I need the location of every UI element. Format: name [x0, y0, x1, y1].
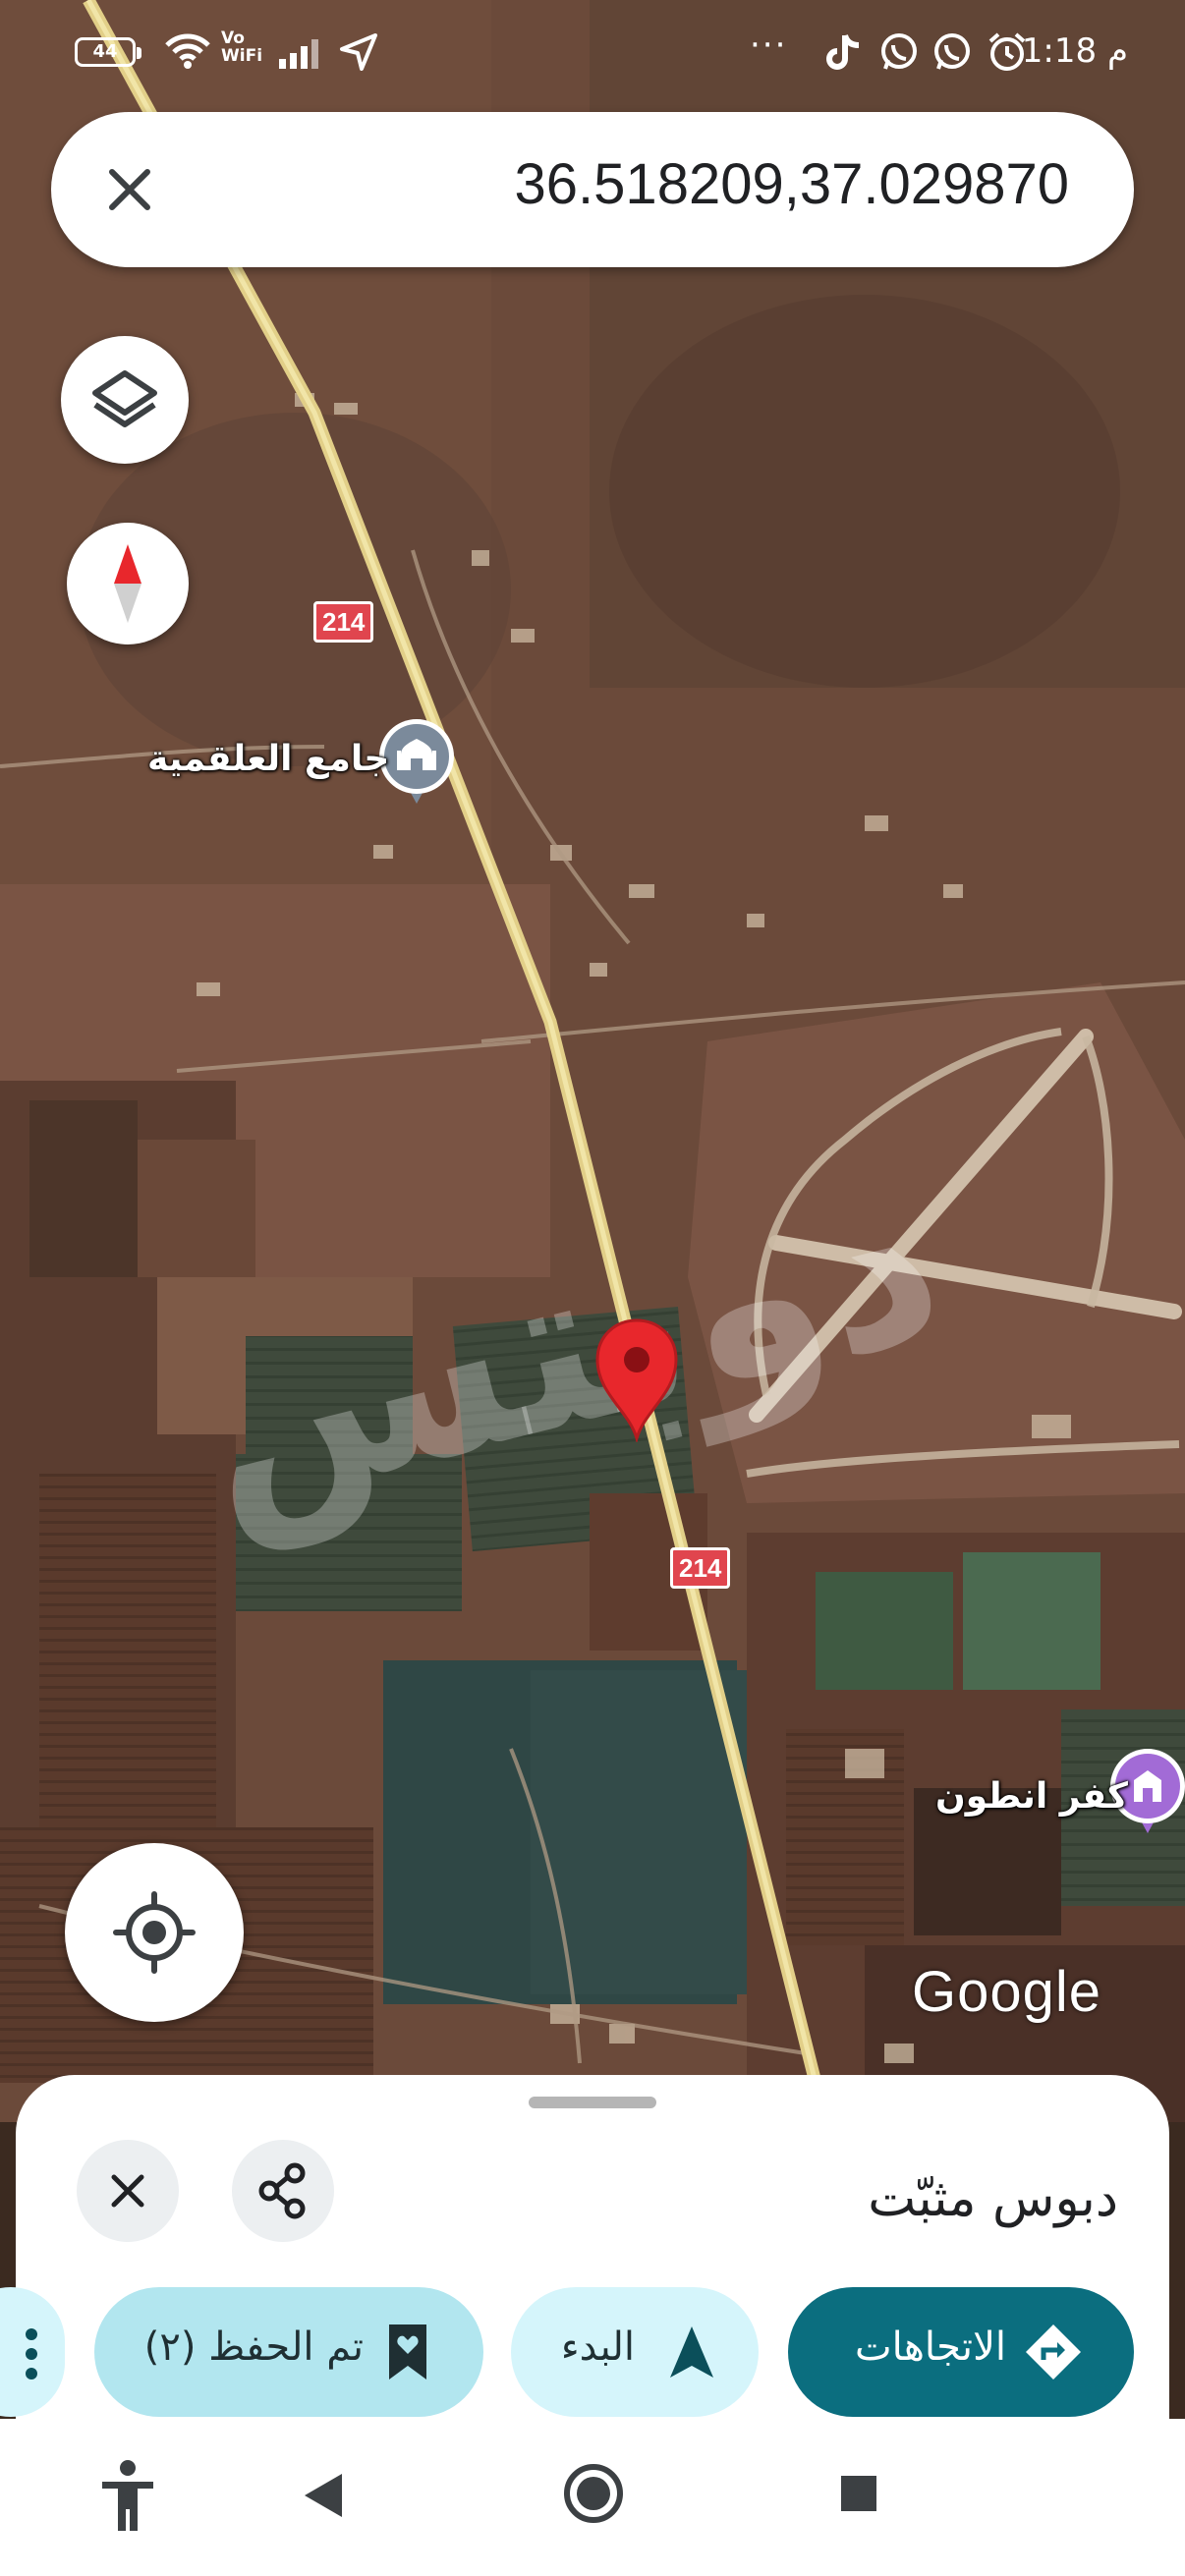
place-title: دبوس مثبّت	[868, 2169, 1118, 2228]
wifi-icon	[165, 33, 210, 69]
home-icon[interactable]	[562, 2462, 625, 2525]
recents-icon[interactable]	[837, 2472, 880, 2515]
back-icon[interactable]	[301, 2470, 346, 2521]
close-button[interactable]	[77, 2140, 179, 2242]
search-bar[interactable]: 36.518209,37.029870	[51, 112, 1134, 267]
saved-button[interactable]: تم الحفظ (٢)	[94, 2287, 483, 2417]
system-nav-bar	[0, 2419, 1185, 2576]
share-button[interactable]	[232, 2140, 334, 2242]
close-icon	[111, 2174, 144, 2208]
status-bar: 44 Vo WiFi ··· 1:18 م	[0, 0, 1185, 108]
vowifi-label: Vo WiFi	[221, 28, 263, 66]
bottom-sheet[interactable]: دبوس مثبّت الاتجاهات البدء تم الحفظ (٢)	[0, 2075, 1169, 2425]
compass-button[interactable]	[67, 523, 189, 644]
directions-icon	[1026, 2324, 1081, 2380]
status-time: 1:18 م	[1021, 31, 1128, 71]
saved-label: تم الحفظ (٢)	[143, 2324, 364, 2370]
google-attribution: Google	[912, 1960, 1102, 2024]
navigation-arrow-icon	[670, 2326, 713, 2378]
start-label: البدء	[560, 2324, 635, 2370]
layers-button[interactable]	[61, 336, 189, 464]
whatsapp-icon	[934, 33, 970, 70]
search-query[interactable]: 36.518209,37.029870	[515, 151, 1069, 217]
road-shield: 214	[313, 601, 374, 643]
signal-icon	[279, 39, 318, 69]
satellite-map[interactable]: دوبتس 214 214 جامع العلقمية كفر انطون Go…	[0, 0, 1185, 2122]
my-location-icon	[113, 1891, 196, 1974]
bookmark-heart-icon	[389, 2324, 426, 2380]
layers-icon	[92, 370, 157, 427]
place-label[interactable]: جامع العلقمية	[147, 739, 389, 779]
directions-label: الاتجاهات	[854, 2324, 1006, 2370]
my-location-button[interactable]	[65, 1843, 244, 2022]
start-button[interactable]: البدء	[511, 2287, 759, 2417]
place-label[interactable]: كفر انطون	[935, 1776, 1128, 1817]
overflow-icon	[26, 2328, 37, 2380]
directions-button[interactable]: الاتجاهات	[788, 2287, 1134, 2417]
location-arrow-icon	[340, 33, 377, 71]
tiktok-icon	[826, 34, 860, 70]
action-chips: الاتجاهات البدء تم الحفظ (٢)	[0, 2287, 1169, 2421]
share-icon	[258, 2162, 306, 2219]
accessibility-icon[interactable]	[96, 2458, 159, 2533]
compass-icon	[114, 544, 141, 623]
dropped-pin-icon[interactable]	[593, 1316, 680, 1442]
whatsapp-icon	[881, 33, 917, 70]
battery-indicator: 44	[75, 37, 141, 67]
overflow-indicator: ···	[750, 26, 788, 65]
close-icon[interactable]	[90, 150, 169, 229]
road-shield: 214	[670, 1547, 731, 1589]
more-actions-button[interactable]	[0, 2287, 65, 2417]
drag-handle[interactable]	[529, 2097, 656, 2108]
